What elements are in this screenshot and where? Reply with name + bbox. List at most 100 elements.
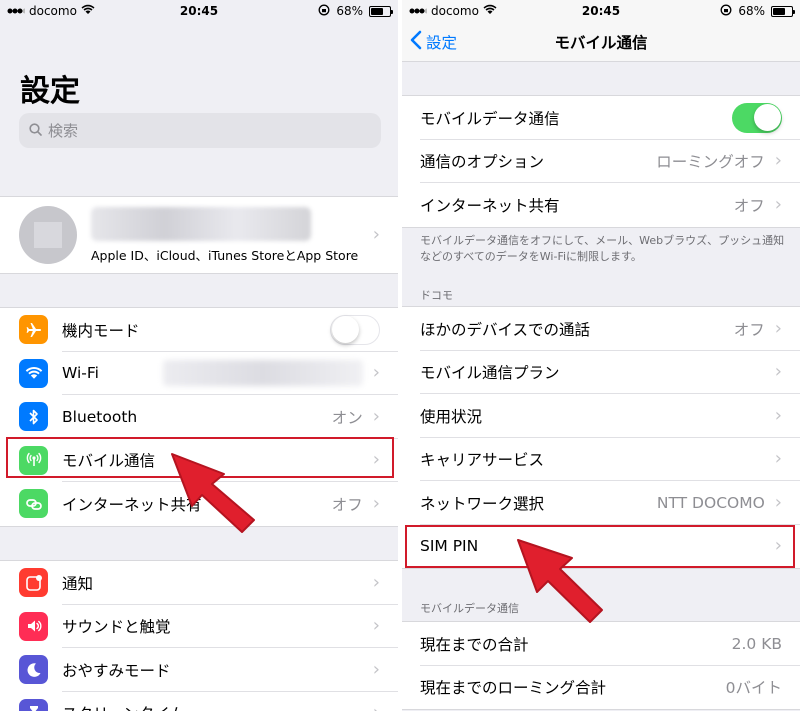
sim-pin-row[interactable]: SIM PIN › <box>402 525 800 569</box>
carrier-info: docomo <box>7 4 137 18</box>
chevron-right-icon: › <box>774 404 782 426</box>
sound-icon <box>19 611 48 641</box>
mobile-data-toggle[interactable] <box>732 102 782 133</box>
chevron-right-icon: › <box>372 405 380 427</box>
sounds-label: サウンドと触覚 <box>62 618 171 637</box>
signal-icon <box>409 8 427 14</box>
navigation-bar: 設定 モバイル通信 <box>402 22 800 62</box>
status-bar: docomo 20:45 68% <box>402 0 800 22</box>
usage-totals-group: 現在までの合計 2.0 KB 現在までのローミング合計 0バイト <box>402 621 800 710</box>
chevron-right-icon: › <box>774 535 782 557</box>
mobile-settings-panel: docomo 20:45 68% 設定 モバイル通信 モバイルデータ通信 通信の… <box>402 0 800 711</box>
carrier-label: docomo <box>431 4 479 18</box>
chevron-right-icon: › <box>372 449 380 471</box>
battery-percent: 68% <box>336 4 363 18</box>
apple-id-row[interactable]: Apple ID、iCloud、iTunes StoreとApp Store › <box>0 197 398 273</box>
bluetooth-value: オン <box>331 408 363 427</box>
settings-row-bluetooth[interactable]: Bluetooth オン › <box>0 395 398 439</box>
network-selection-label: ネットワーク選択 <box>420 494 545 513</box>
chevron-right-icon: › <box>774 193 782 215</box>
rotation-lock-icon <box>720 4 732 19</box>
hourglass-icon <box>19 698 48 711</box>
mobile-data-footnote: モバイルデータ通信をオフにして、メール、Webブラウズ、プッシュ通知などのすべて… <box>420 234 785 263</box>
bluetooth-icon <box>19 402 48 432</box>
settings-row-screentime[interactable]: スクリーンタイム › <box>0 692 398 711</box>
chevron-right-icon: › <box>372 571 380 593</box>
airplane-toggle[interactable] <box>330 314 380 345</box>
roaming-total-value: 0バイト <box>725 679 782 698</box>
battery-percent: 68% <box>738 4 765 18</box>
status-right: 68% <box>261 4 393 19</box>
clock: 20:45 <box>581 4 621 18</box>
current-total-label: 現在までの合計 <box>420 635 529 654</box>
settings-row-hotspot[interactable]: インターネット共有 オフ › <box>0 482 398 526</box>
carrier-services-row[interactable]: キャリアサービス › <box>402 438 800 481</box>
chevron-right-icon: › <box>774 448 782 470</box>
settings-row-wifi[interactable]: Wi-Fi › <box>0 352 398 395</box>
network-selection-row[interactable]: ネットワーク選択 NTT DOCOMO › <box>402 481 800 525</box>
notification-group: 通知 › サウンドと触覚 › おやすみモード › スクリーンタイム › <box>0 560 398 711</box>
data-options-row[interactable]: 通信のオプション ローミングオフ › <box>402 140 800 183</box>
wifi-icon <box>19 358 48 388</box>
chevron-right-icon: › <box>372 224 380 245</box>
back-button[interactable]: 設定 <box>410 30 457 54</box>
airplane-label: 機内モード <box>62 321 140 340</box>
clock: 20:45 <box>179 4 219 18</box>
calls-other-devices-row[interactable]: ほかのデバイスでの通話 オフ › <box>402 307 800 351</box>
section-header-mobile-data: モバイルデータ通信 <box>420 602 519 615</box>
settings-row-airplane[interactable]: 機内モード <box>0 308 398 352</box>
wifi-status-icon <box>81 4 95 18</box>
settings-row-notifications[interactable]: 通知 › <box>0 561 398 605</box>
bluetooth-label: Bluetooth <box>62 407 138 426</box>
carrier-info: docomo <box>409 4 539 18</box>
usage-row[interactable]: 使用状況 › <box>402 394 800 438</box>
hotspot-value: オフ <box>733 196 765 215</box>
rotation-lock-icon <box>318 4 330 19</box>
wifi-network-blurred <box>162 360 363 387</box>
carrier-label: docomo <box>29 4 77 18</box>
cellular-plan-label: モバイル通信プラン <box>420 364 560 383</box>
mobile-label: モバイル通信 <box>62 452 156 471</box>
search-input[interactable]: 検索 <box>19 113 381 148</box>
avatar <box>19 206 77 264</box>
status-bar: docomo 20:45 68% <box>0 0 398 22</box>
roaming-total-label: 現在までのローミング合計 <box>420 679 607 698</box>
section-header-docomo: ドコモ <box>420 289 453 302</box>
status-right: 68% <box>663 4 795 19</box>
settings-row-mobile[interactable]: モバイル通信 › <box>0 439 398 482</box>
carrier-services-label: キャリアサービス <box>420 451 545 470</box>
cellular-plan-row[interactable]: モバイル通信プラン › <box>402 351 800 394</box>
calls-other-devices-value: オフ <box>733 320 765 339</box>
chevron-right-icon: › <box>372 492 380 514</box>
moon-icon <box>19 655 48 685</box>
network-selection-value: NTT DOCOMO <box>656 493 765 512</box>
account-name-blurred <box>91 206 311 241</box>
battery-icon <box>771 5 795 17</box>
mobile-data-label: モバイルデータ通信 <box>420 109 560 128</box>
hotspot-label: インターネット共有 <box>420 196 560 215</box>
notifications-label: 通知 <box>62 574 94 593</box>
chevron-right-icon: › <box>774 361 782 383</box>
settings-row-dnd[interactable]: おやすみモード › <box>0 648 398 692</box>
battery-icon <box>369 5 393 17</box>
chevron-right-icon: › <box>774 491 782 513</box>
dnd-label: おやすみモード <box>62 661 171 680</box>
roaming-total-row: 現在までのローミング合計 0バイト <box>402 666 800 710</box>
link-icon <box>19 489 48 519</box>
usage-label: 使用状況 <box>420 407 483 426</box>
search-icon <box>29 122 42 140</box>
calls-other-devices-label: ほかのデバイスでの通話 <box>420 320 591 339</box>
search-placeholder: 検索 <box>48 122 79 140</box>
chevron-right-icon: › <box>774 317 782 339</box>
nav-title: モバイル通信 <box>554 33 648 52</box>
sim-pin-label: SIM PIN <box>420 537 479 556</box>
chevron-right-icon: › <box>372 658 380 680</box>
mobile-data-row[interactable]: モバイルデータ通信 <box>402 96 800 140</box>
page-title: 設定 <box>20 74 80 109</box>
hotspot-row[interactable]: インターネット共有 オフ › <box>402 183 800 227</box>
screentime-label: スクリーンタイム <box>62 702 373 711</box>
airplane-icon <box>19 315 48 345</box>
current-total-row: 現在までの合計 2.0 KB <box>402 622 800 666</box>
hotspot-label: インターネット共有 <box>62 495 202 514</box>
settings-row-sounds[interactable]: サウンドと触覚 › <box>0 605 398 648</box>
